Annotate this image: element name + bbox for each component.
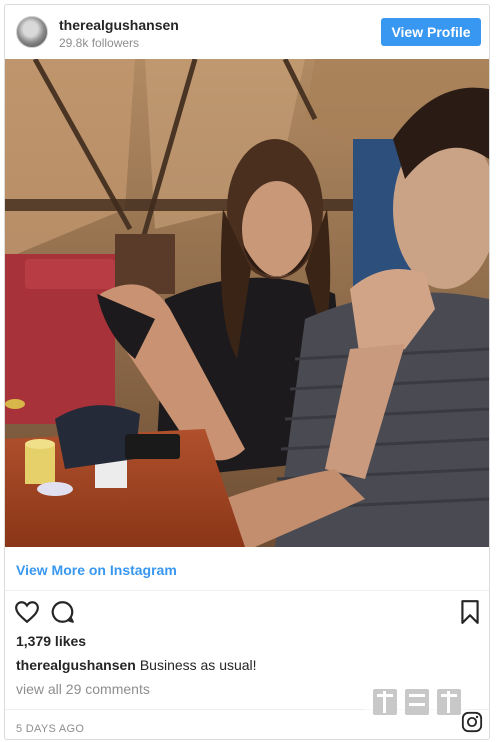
action-bar (5, 595, 489, 629)
caption: therealgushansen Business as usual! (16, 657, 257, 673)
comment-button[interactable] (50, 599, 76, 625)
heart-icon (15, 601, 39, 624)
view-more-row: View More on Instagram (5, 548, 489, 591)
view-comments-link[interactable]: view all 29 comments (16, 681, 150, 697)
post-header: therealgushansen 29.8k followers View Pr… (5, 5, 489, 59)
instagram-icon[interactable] (461, 711, 483, 733)
comment-icon (51, 601, 74, 623)
caption-text: Business as usual! (139, 657, 257, 673)
post-photo[interactable] (5, 59, 489, 547)
bookmark-icon (461, 600, 479, 624)
view-profile-button[interactable]: View Profile (381, 18, 481, 46)
view-more-link[interactable]: View More on Instagram (16, 562, 177, 578)
like-count[interactable]: 1,379 likes (16, 633, 86, 649)
site-watermark-logo (365, 683, 469, 721)
follower-count: 29.8k followers (59, 36, 140, 50)
post-timestamp: 5 DAYS AGO (16, 723, 85, 735)
like-button[interactable] (14, 599, 40, 625)
photo-illustration (5, 59, 489, 547)
save-button[interactable] (457, 599, 483, 625)
caption-username[interactable]: therealgushansen (16, 657, 136, 673)
avatar[interactable] (16, 16, 48, 48)
instagram-embed-card: therealgushansen 29.8k followers View Pr… (4, 4, 490, 740)
username[interactable]: therealgushansen (59, 17, 179, 33)
